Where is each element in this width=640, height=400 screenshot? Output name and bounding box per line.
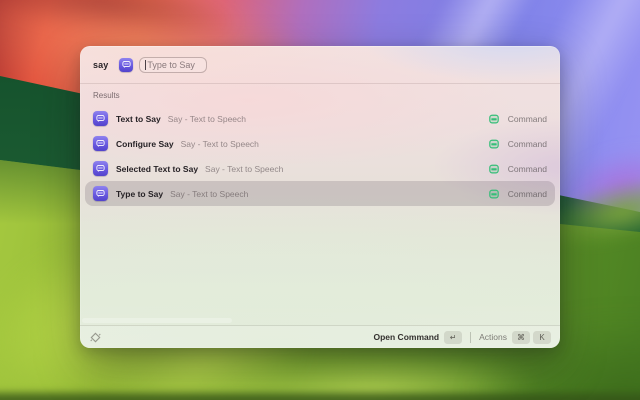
argument-field[interactable]: Type to Say xyxy=(139,57,207,73)
result-row[interactable]: Selected Text to Say Say - Text to Speec… xyxy=(85,156,555,181)
result-title: Text to Say xyxy=(116,114,161,124)
result-subtitle: Say - Text to Speech xyxy=(205,164,283,174)
speech-bubble-app-icon xyxy=(93,136,108,151)
result-accessory-label: Command xyxy=(508,114,547,124)
results-list: Text to Say Say - Text to Speech Command xyxy=(80,104,560,206)
result-accessory-label: Command xyxy=(508,164,547,174)
desktop: say Type to Say Results xyxy=(0,0,640,400)
k-keycap: K xyxy=(533,331,551,344)
speech-bubble-app-icon xyxy=(93,111,108,126)
result-row[interactable]: Type to Say Say - Text to Speech Command xyxy=(85,181,555,206)
result-accessory-label: Command xyxy=(508,189,547,199)
result-row[interactable]: Text to Say Say - Text to Speech Command xyxy=(85,106,555,131)
result-title: Configure Say xyxy=(116,139,174,149)
argument-placeholder: Type to Say xyxy=(147,60,195,70)
speech-bubble-app-icon xyxy=(93,186,108,201)
search-bar[interactable]: say Type to Say xyxy=(80,46,560,84)
command-terminal-icon xyxy=(488,113,500,125)
result-subtitle: Say - Text to Speech xyxy=(168,114,246,124)
text-caret xyxy=(145,60,146,70)
command-terminal-icon xyxy=(488,188,500,200)
open-command-button[interactable]: Open Command ↵ xyxy=(373,331,462,344)
return-keycap: ↵ xyxy=(444,331,462,344)
speech-bubble-app-icon xyxy=(119,58,133,72)
result-accessory: Command xyxy=(488,163,547,175)
result-title: Type to Say xyxy=(116,189,163,199)
result-accessory: Command xyxy=(488,113,547,125)
search-query-text[interactable]: say xyxy=(93,60,108,70)
raycast-window: say Type to Say Results xyxy=(80,46,560,348)
result-row[interactable]: Configure Say Say - Text to Speech Comma… xyxy=(85,131,555,156)
command-terminal-icon xyxy=(488,138,500,150)
results-section-label: Results xyxy=(80,84,560,104)
raycast-logo-icon xyxy=(89,331,102,344)
cmd-keycap: ⌘ xyxy=(512,331,530,344)
result-accessory: Command xyxy=(488,188,547,200)
scroll-hint xyxy=(82,318,232,323)
actions-label: Actions xyxy=(479,332,507,342)
result-accessory-label: Command xyxy=(508,139,547,149)
footer-divider xyxy=(470,332,471,343)
footer-bar: Open Command ↵ Actions ⌘ K xyxy=(80,325,560,348)
actions-button[interactable]: Actions ⌘ K xyxy=(479,331,551,344)
result-title: Selected Text to Say xyxy=(116,164,198,174)
open-command-label: Open Command xyxy=(373,332,439,342)
result-subtitle: Say - Text to Speech xyxy=(170,189,248,199)
speech-bubble-app-icon xyxy=(93,161,108,176)
command-terminal-icon xyxy=(488,163,500,175)
result-subtitle: Say - Text to Speech xyxy=(181,139,259,149)
result-accessory: Command xyxy=(488,138,547,150)
